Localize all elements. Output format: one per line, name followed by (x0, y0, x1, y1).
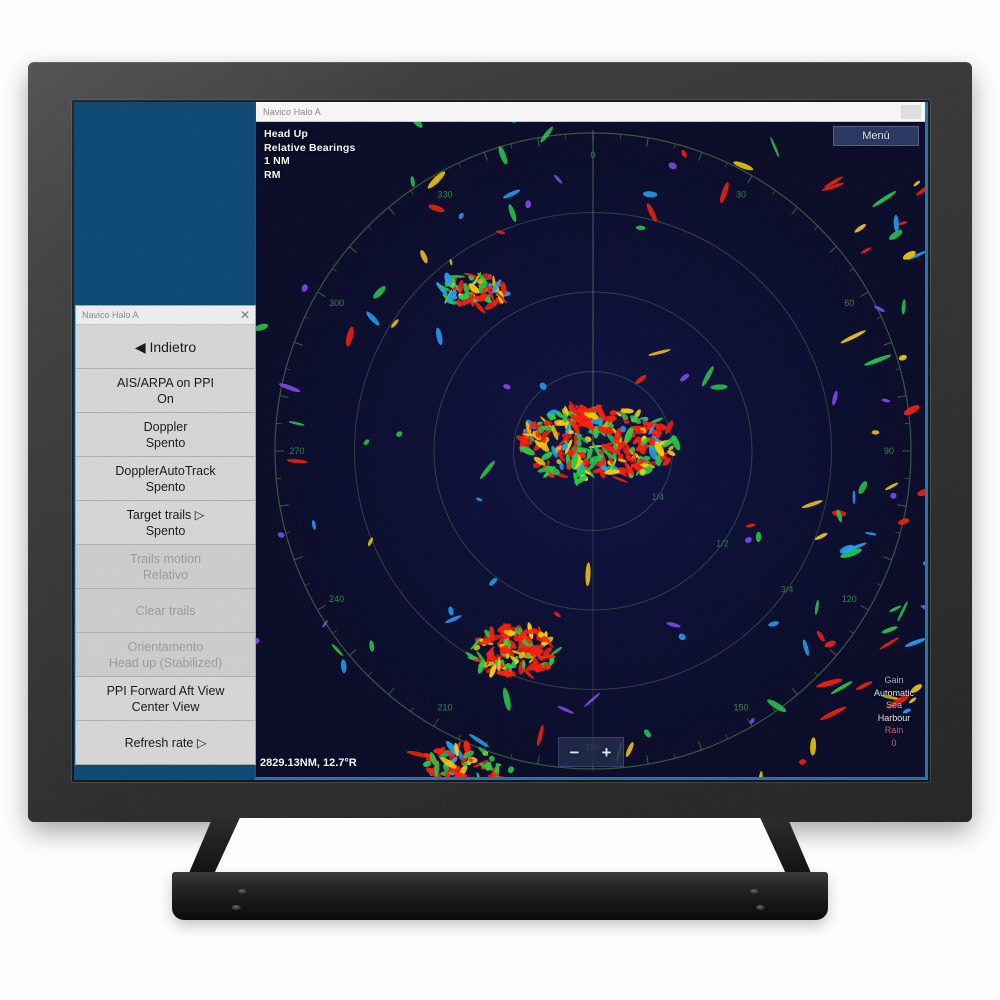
ppi-radar-display[interactable]: 0306090120150180210240270300330 1/41/23/… (256, 122, 925, 777)
menu-item-label: DopplerAutoTrack (115, 463, 216, 478)
hud-motion-mode: RM (264, 168, 281, 181)
screenshot-root: Navico Halo A 0 30 60 90 120 150 210 240… (0, 0, 1000, 1000)
cursor-readout: 2829.13NM, 12.7°R (260, 757, 357, 769)
radar-window-title: Navico Halo A (263, 106, 321, 117)
rain-label: Rain (884, 725, 904, 735)
menu-item-label: Trails motion (129, 551, 202, 566)
svg-text:3/4: 3/4 (781, 585, 794, 595)
menu-item-1[interactable]: AIS/ARPA on PPI On (76, 369, 255, 413)
monitor-stand-cutout (214, 818, 786, 874)
svg-text:120: 120 (842, 594, 857, 604)
menu-panel-titlebar[interactable]: Navico Halo A ✕ (76, 306, 255, 325)
svg-text:240: 240 (329, 594, 344, 604)
rain-value: 0 (891, 737, 897, 748)
svg-text:1/2: 1/2 (716, 538, 729, 548)
sea-label: Sea (885, 700, 902, 710)
close-icon[interactable]: ✕ (240, 309, 250, 321)
zoom-in-button[interactable]: + (602, 744, 612, 761)
stand-screw (232, 905, 241, 910)
menu-item-label: ◀ Indietro (134, 338, 197, 355)
menu-item-value: On (157, 391, 174, 406)
menu-item-label: Doppler (143, 419, 188, 434)
menu-item-list: ◀ Indietro AIS/ARPA on PPI On Doppler Spento… (76, 325, 255, 764)
menu-item-label: Target trails ▷ (126, 507, 205, 522)
menu-item-value: Spento (145, 435, 186, 450)
svg-text:1/4: 1/4 (651, 492, 664, 502)
menu-item-label: Refresh rate ▷ (124, 735, 207, 750)
monitor-chassis: Navico Halo A 0 30 60 90 120 150 210 240… (28, 62, 972, 822)
radar-window: Navico Halo A 0 30 60 90 120 150 210 240… (254, 102, 928, 780)
svg-text:90: 90 (884, 446, 894, 456)
stand-screw (750, 889, 759, 894)
menu-item-9[interactable]: Refresh rate ▷ (76, 721, 255, 764)
menu-item-3[interactable]: DopplerAutoTrack Spento (76, 457, 255, 501)
radar-settings-readout: Gain Automatic Sea Harbour Rain 0 (865, 674, 923, 749)
menu-item-value: Head up (Stabilized) (108, 655, 223, 670)
svg-text:30: 30 (736, 190, 746, 200)
zoom-out-button[interactable]: − (570, 744, 580, 761)
menu-item-0[interactable]: ◀ Indietro (76, 325, 255, 369)
radar-window-titlebar[interactable]: Navico Halo A (256, 102, 925, 122)
menu-item-value: Center View (131, 699, 200, 714)
svg-text:330: 330 (437, 190, 452, 200)
monitor-screen: Navico Halo A 0 30 60 90 120 150 210 240… (74, 102, 928, 780)
stand-screw (238, 889, 247, 894)
menu-item-value: Spento (145, 479, 186, 494)
svg-text:150: 150 (733, 702, 748, 712)
stand-screw (756, 905, 765, 910)
hud-range: 1 NM (264, 155, 290, 167)
menu-item-label: Clear trails (135, 603, 196, 618)
menu-item-label: Orientamento (127, 639, 204, 654)
radar-hud-info: Head Up Relative Bearings 1 NM RM (264, 128, 356, 182)
gain-value: Automatic (873, 687, 915, 698)
menu-item-label: PPI Forward Aft View (106, 683, 225, 698)
menu-item-label: AIS/ARPA on PPI (116, 375, 215, 390)
menu-item-value: Relativo (142, 567, 189, 582)
menu-item-4[interactable]: Target trails ▷ Spento (76, 501, 255, 545)
menu-item-value: Spento (145, 523, 186, 538)
hud-orientation: Head Up (264, 128, 308, 140)
menu-item-2[interactable]: Doppler Spento (76, 413, 255, 457)
radar-settings-menu-panel: Navico Halo A ✕ ◀ Indietro AIS/ARPA on PP… (75, 305, 256, 765)
ppi-canvas: 0306090120150180210240270300330 1/41/23/… (256, 122, 925, 777)
svg-text:270: 270 (289, 446, 304, 456)
gain-label: Gain (884, 675, 904, 685)
menu-item-5: Trails motion Relativo (76, 545, 255, 589)
zoom-control[interactable]: − + (557, 737, 624, 767)
menu-item-7: Orientamento Head up (Stabilized) (76, 633, 255, 677)
sea-value: Harbour (877, 712, 911, 723)
svg-text:300: 300 (329, 298, 344, 308)
menu-item-6: Clear trails (76, 589, 255, 633)
svg-text:210: 210 (437, 702, 452, 712)
menu-item-8[interactable]: PPI Forward Aft View Center View (76, 677, 255, 721)
menu-panel-title: Navico Halo A (82, 310, 139, 320)
radar-window-minimize-button[interactable] (901, 105, 921, 119)
monitor-stand-base (172, 872, 828, 920)
monitor-stand-neck (186, 818, 814, 880)
svg-text:60: 60 (844, 298, 854, 308)
svg-text:0: 0 (590, 150, 595, 160)
hud-bearing-mode: Relative Bearings (264, 141, 356, 154)
menu-button[interactable]: Menù (833, 126, 919, 146)
